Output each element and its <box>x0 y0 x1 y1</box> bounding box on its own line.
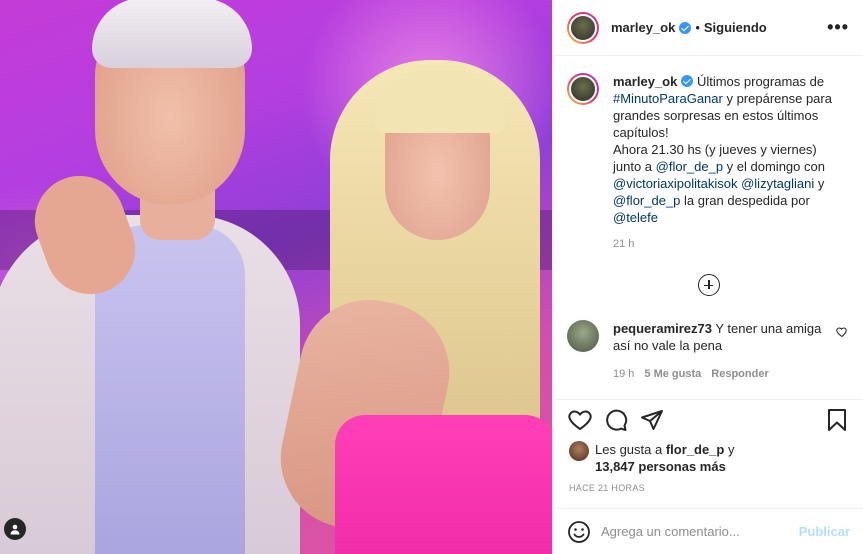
mention-link[interactable]: @telefe <box>613 210 658 225</box>
avatar[interactable] <box>567 11 599 44</box>
mention-link[interactable]: @flor_de_p <box>613 193 680 208</box>
reply-button[interactable]: Responder <box>711 368 768 380</box>
pink-top <box>335 415 552 554</box>
comment-icon[interactable] <box>603 407 629 433</box>
caption-segment: Últimos programas de <box>693 74 825 89</box>
likes-mid: y <box>724 442 735 457</box>
follow-button[interactable]: Siguiendo <box>704 20 767 35</box>
post-photo[interactable] <box>0 0 552 554</box>
share-icon[interactable] <box>639 407 665 433</box>
add-comment-bar: Publicar <box>553 508 863 554</box>
likes-prefix: Les gusta a <box>595 442 666 457</box>
load-more-comments-icon[interactable] <box>697 274 720 296</box>
verified-icon <box>679 21 692 34</box>
caption-segment: y el domingo con <box>723 159 825 174</box>
post-username[interactable]: marley_ok <box>611 20 675 35</box>
man-hair <box>92 0 252 68</box>
mention-link[interactable]: @victoriaxipolitakisok <box>613 176 737 191</box>
comment-text: pequeramirez73 Y tener una amiga así no … <box>613 320 828 354</box>
avatar[interactable] <box>569 441 589 461</box>
separator-dot: • <box>695 20 700 35</box>
likes-text: Les gusta a flor_de_p y 13,847 personas … <box>595 441 734 475</box>
more-options-icon[interactable]: ••• <box>827 17 849 38</box>
caption-time[interactable]: 21 h <box>613 238 850 250</box>
caption-segment: y <box>814 176 825 191</box>
caption-username[interactable]: marley_ok <box>613 74 677 89</box>
comment-meta: 19 h 5 Me gusta Responder <box>613 368 850 380</box>
bookmark-icon[interactable] <box>824 407 850 433</box>
likes-count[interactable]: 13,847 personas más <box>595 459 726 474</box>
heart-icon[interactable] <box>836 326 848 354</box>
list-item: pequeramirez73 Y tener una amiga así no … <box>567 320 850 354</box>
avatar[interactable] <box>567 73 599 105</box>
hashtag-link[interactable]: #MinutoParaGanar <box>613 91 723 106</box>
caption-segment: la gran despedida por <box>680 193 810 208</box>
heart-icon[interactable] <box>567 407 593 433</box>
comment-input[interactable] <box>601 524 791 539</box>
post-sidebar: marley_ok • Siguiendo ••• marley_ok Últi… <box>552 0 863 554</box>
user-tag-icon[interactable] <box>4 518 26 540</box>
caption: marley_ok Últimos programas de #MinutoPa… <box>567 73 850 226</box>
comment-username[interactable]: pequeramirez73 <box>613 321 712 336</box>
emoji-icon[interactable] <box>567 520 591 544</box>
action-bar <box>553 399 863 439</box>
comment-time[interactable]: 19 h <box>613 368 634 380</box>
verified-icon <box>681 75 694 87</box>
likes-summary: Les gusta a flor_de_p y 13,847 personas … <box>569 441 734 475</box>
mention-link[interactable]: @flor_de_p <box>656 159 723 174</box>
liker-username[interactable]: flor_de_p <box>666 442 725 457</box>
post-timestamp[interactable]: HACE 21 HORAS <box>569 483 645 493</box>
caption-text: marley_ok Últimos programas de #MinutoPa… <box>613 73 843 226</box>
comment-likes[interactable]: 5 Me gusta <box>644 368 701 380</box>
comments-area[interactable]: marley_ok Últimos programas de #MinutoPa… <box>553 57 863 399</box>
avatar[interactable] <box>567 320 599 352</box>
post-header: marley_ok • Siguiendo ••• <box>553 0 863 56</box>
publish-button[interactable]: Publicar <box>799 524 850 539</box>
mention-link[interactable]: @lizytagliani <box>741 176 814 191</box>
